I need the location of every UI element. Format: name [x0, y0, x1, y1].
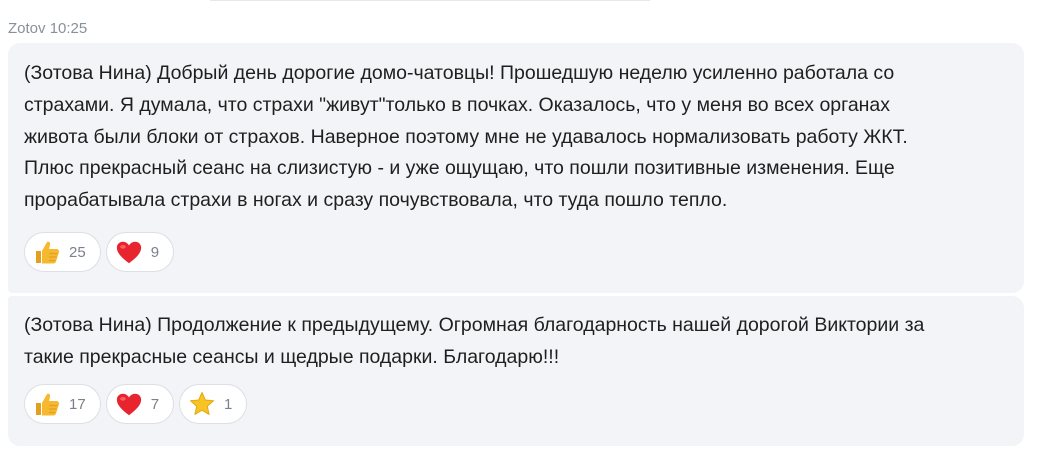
reactions-bar: 25 9 [24, 232, 175, 272]
reactions-bar: 17 7 1 [24, 384, 248, 424]
star-icon [188, 390, 216, 418]
reaction-thumbs-up[interactable]: 17 [24, 384, 101, 424]
reaction-count: 17 [69, 395, 86, 413]
reaction-heart[interactable]: 7 [105, 384, 175, 424]
reaction-count: 1 [224, 395, 233, 413]
message-bubble[interactable]: (Зотова Нина) Продолжение к предыдущему.… [8, 296, 1024, 446]
message-text: (Зотова Нина) Добрый день дорогие домо-ч… [24, 62, 908, 212]
reaction-heart[interactable]: 9 [105, 232, 175, 272]
sender-name[interactable]: Zotov [8, 20, 46, 37]
message-header: Zotov 10:25 [8, 20, 87, 38]
reaction-thumbs-up[interactable]: 25 [24, 232, 101, 272]
message-bubble[interactable]: (Зотова Нина) Добрый день дорогие домо-ч… [8, 43, 1024, 293]
divider-line [210, 0, 650, 1]
heart-icon [115, 238, 143, 266]
reaction-star[interactable]: 1 [179, 384, 248, 424]
reaction-count: 9 [150, 243, 160, 261]
reaction-count: 25 [69, 243, 86, 261]
message-text: (Зотова Нина) Продолжение к предыдущему.… [24, 314, 925, 368]
message-time: 10:25 [49, 20, 88, 37]
reaction-count: 7 [150, 395, 160, 413]
thumbs-up-icon [33, 238, 61, 266]
thumbs-up-icon [33, 390, 61, 418]
heart-icon [115, 390, 143, 418]
